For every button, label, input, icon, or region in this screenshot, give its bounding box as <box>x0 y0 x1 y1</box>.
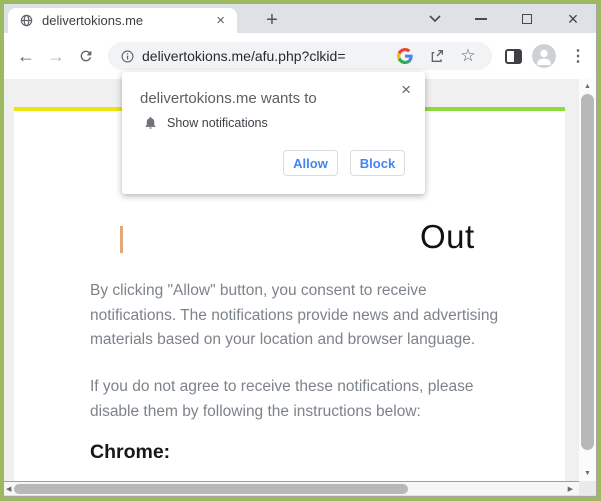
menu-dots-icon[interactable]: ⋮ <box>564 33 592 79</box>
block-button[interactable]: Block <box>350 150 405 176</box>
window-minimize-button[interactable] <box>458 4 504 33</box>
site-favicon-globe-icon <box>20 14 33 27</box>
permission-label: Show notifications <box>167 115 268 130</box>
new-tab-button[interactable]: + <box>260 10 284 32</box>
profile-avatar[interactable] <box>530 33 558 79</box>
dialog-close-icon[interactable]: × <box>397 78 415 102</box>
scroll-left-icon[interactable]: ◀ <box>6 485 11 493</box>
window-close-button[interactable]: × <box>550 4 596 33</box>
tab-title: delivertokions.me <box>42 13 144 28</box>
intro-line: materials based on your location and bro… <box>90 331 476 349</box>
horizontal-scrollbar-thumb[interactable] <box>14 484 408 494</box>
tab-strip: delivertokions.me × + × <box>4 4 596 33</box>
page-heading-fragment: Out <box>420 218 475 255</box>
tab-close-icon[interactable]: × <box>212 13 229 28</box>
share-icon[interactable] <box>428 47 446 65</box>
forward-button[interactable]: → <box>42 33 70 79</box>
disagree-paragraph: If you do not agree to receive these not… <box>90 375 530 424</box>
scrollbar-corner <box>579 481 596 495</box>
disagree-line: If you do not agree to receive these not… <box>90 378 474 395</box>
bookmark-star-icon[interactable]: ☆ <box>459 46 477 65</box>
intro-paragraph: By clicking "Allow" button, you consent … <box>90 279 530 353</box>
disagree-line: disable them by following the instructio… <box>90 402 421 420</box>
bell-icon <box>143 115 158 130</box>
scroll-up-icon[interactable]: ▲ <box>579 83 596 90</box>
dialog-title: delivertokions.me wants to <box>140 90 317 107</box>
hidden-heading-sliver <box>120 226 123 253</box>
scroll-down-icon[interactable]: ▼ <box>579 470 596 477</box>
intro-line: By clicking "Allow" button, you consent … <box>90 282 427 299</box>
site-info-icon[interactable] <box>121 50 134 63</box>
window-controls: × <box>412 4 596 33</box>
browser-tab[interactable]: delivertokions.me × <box>8 8 237 33</box>
window-maximize-button[interactable] <box>504 4 550 33</box>
notification-permission-dialog: × delivertokions.me wants to Show notifi… <box>122 72 425 194</box>
address-bar[interactable]: delivertokions.me/afu.php?clkid= ☆ <box>108 42 492 70</box>
vertical-scrollbar[interactable]: ▲ ▼ <box>579 79 596 481</box>
allow-button[interactable]: Allow <box>283 150 338 176</box>
google-g-icon[interactable] <box>396 47 414 65</box>
back-button[interactable]: ← <box>12 33 40 79</box>
side-panel-icon[interactable] <box>499 33 527 79</box>
scroll-right-icon[interactable]: ▶ <box>568 485 573 493</box>
vertical-scrollbar-thumb[interactable] <box>581 94 594 450</box>
window-chevron-down-icon[interactable] <box>412 4 458 33</box>
chrome-section-heading: Chrome: <box>90 441 171 463</box>
browser-window: delivertokions.me × + × ← → delivertokio… <box>3 3 597 497</box>
reload-button[interactable] <box>72 33 100 79</box>
intro-line: notifications. The notifications provide… <box>90 306 499 324</box>
horizontal-scrollbar[interactable]: ◀ ▶ <box>4 481 579 495</box>
